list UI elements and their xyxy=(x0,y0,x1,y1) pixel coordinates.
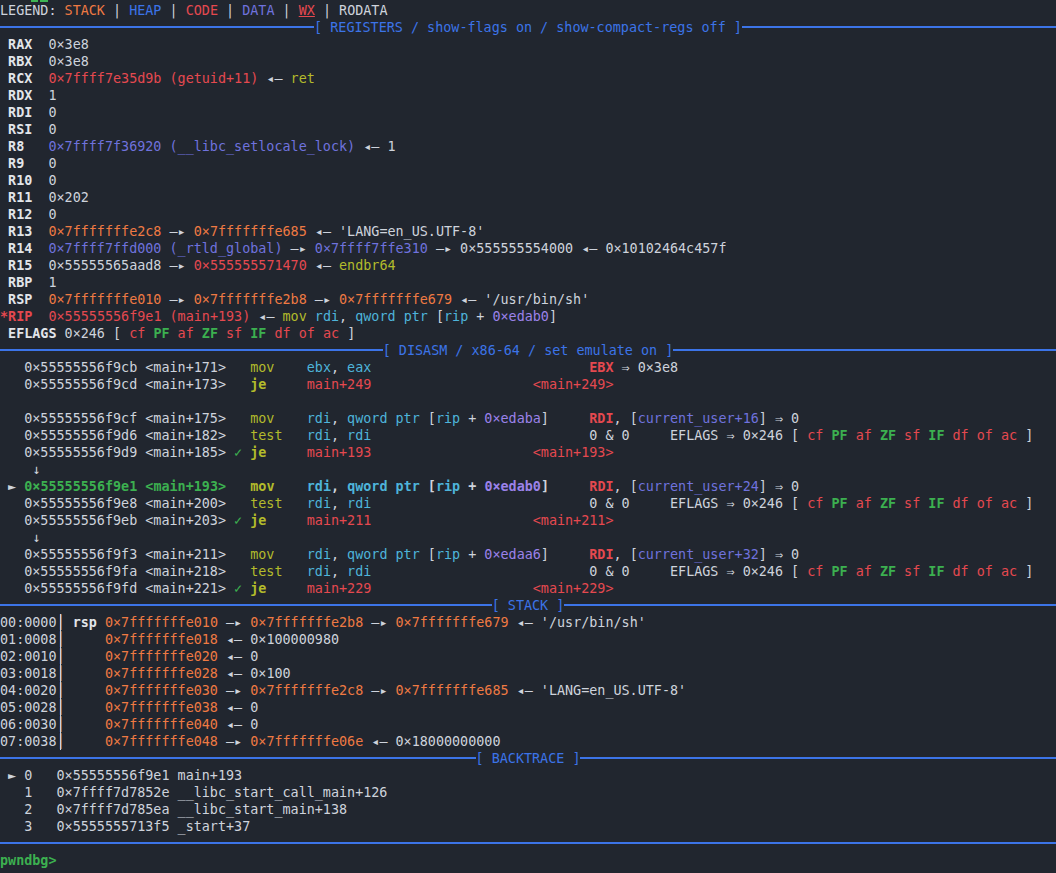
register-row-r10: R10 0 xyxy=(0,172,1056,189)
stack-row-07: 07:0038│ 0×7fffffffe048 —▸ 0×7fffffffe06… xyxy=(0,733,1056,750)
stack-offset-divider xyxy=(60,614,61,750)
register-row-rbp: RBP 1 xyxy=(0,274,1056,291)
registers-header-title: [ REGISTERS / show-flags on / show-compa… xyxy=(314,19,742,36)
taken-branch-check-icon: ✓ xyxy=(234,581,242,596)
taken-branch-check-icon: ✓ xyxy=(234,513,242,528)
backtrace-header-title: [ BACKTRACE ] xyxy=(476,750,581,767)
registers-header: [ REGISTERS / show-flags on / show-compa… xyxy=(0,19,1056,36)
disasm-header-title: [ DISASM / x86-64 / set emulate on ] xyxy=(383,342,674,359)
header-line xyxy=(580,750,1056,767)
current-frame-marker: ► xyxy=(8,768,16,783)
register-row-r11: R11 0×202 xyxy=(0,189,1056,206)
stack-header: [ STACK ] xyxy=(0,597,1056,614)
disasm-line-200: 0×55555556f9e8 <main+200> test rdi, rdi … xyxy=(0,495,1056,512)
backtrace-frame-3: 3 0×5555555713f5 _start+37 xyxy=(0,818,1056,835)
disasm-line-171: 0×55555556f9cb <main+171> mov ebx, eax E… xyxy=(0,359,1056,376)
header-line xyxy=(742,19,1056,36)
pwndbg-terminal: LEGEND: STACK | HEAP | CODE | DATA | WX … xyxy=(0,0,1056,873)
register-row-rsi: RSI 0 xyxy=(0,121,1056,138)
register-row-rax: RAX 0×3e8 xyxy=(0,36,1056,53)
disasm-line-221: 0×55555556f9fd <main+221> ✓ je main+229 … xyxy=(0,580,1056,597)
current-instruction-marker: ► xyxy=(8,479,16,494)
disasm-line-211: 0×55555556f9f3 <main+211> mov rdi, qword… xyxy=(0,546,1056,563)
rule-line xyxy=(0,835,1056,852)
register-row-r15: R15 0×55555565aad8 —▸ 0×555555571470 ◂— … xyxy=(0,257,1056,274)
down-arrow-icon: ↓ xyxy=(0,462,40,477)
backtrace-header: [ BACKTRACE ] xyxy=(0,750,1056,767)
register-row-rip: *RIP 0×55555556f9e1 (main+193) ◂— mov rd… xyxy=(0,308,1056,325)
disasm-line-173: 0×55555556f9cd <main+173> je main+249 <m… xyxy=(0,376,1056,393)
stack-row-02: 02:0010│ 0×7fffffffe020 ◂— 0 xyxy=(0,648,1056,665)
stack-row-01: 01:0008│ 0×7fffffffe018 ◂— 0×100000980 xyxy=(0,631,1056,648)
stack-row-06: 06:0030│ 0×7fffffffe040 ◂— 0 xyxy=(0,716,1056,733)
backtrace-frame-1: 1 0×7ffff7d7852e __libc_start_call_main+… xyxy=(0,784,1056,801)
disasm-line-203: 0×55555556f9eb <main+203> ✓ je main+211 … xyxy=(0,512,1056,529)
header-line xyxy=(0,342,383,359)
disasm-line-175: 0×55555556f9cf <main+175> mov rdi, qword… xyxy=(0,410,1056,427)
backtrace-frame-2: 2 0×7ffff7d785ea __libc_start_main+138 xyxy=(0,801,1056,818)
register-row-r13: R13 0×7fffffffe2c8 —▸ 0×7fffffffe685 ◂— … xyxy=(0,223,1056,240)
header-line xyxy=(0,597,492,614)
header-line xyxy=(0,19,314,36)
backtrace-frame-0: ► 0 0×55555556f9e1 main+193 xyxy=(0,767,1056,784)
blank-line xyxy=(0,393,1056,410)
header-line xyxy=(673,342,1056,359)
separator-line xyxy=(0,835,1056,852)
register-row-r12: R12 0 xyxy=(0,206,1056,223)
cutoff-text-fragment xyxy=(31,0,38,2)
register-row-r9: R9 0 xyxy=(0,155,1056,172)
disasm-line-185: 0×55555556f9d9 <main+185> ✓ je main+193 … xyxy=(0,444,1056,461)
disasm-line-193-current: ► 0×55555556f9e1 <main+193> mov rdi, qwo… xyxy=(0,478,1056,495)
down-arrow-icon: ↓ xyxy=(0,530,40,545)
disasm-header: [ DISASM / x86-64 / set emulate on ] xyxy=(0,342,1056,359)
fallthrough-arrow: ↓ xyxy=(0,461,1056,478)
register-row-rdx: RDX 1 xyxy=(0,87,1056,104)
prompt-line[interactable]: pwndbg> xyxy=(0,852,1056,869)
prompt-label: pwndbg> xyxy=(0,853,57,868)
register-row-rsp: RSP 0×7fffffffe010 —▸ 0×7fffffffe2b8 —▸ … xyxy=(0,291,1056,308)
register-row-r8: R8 0×7ffff7f36920 (__libc_setlocale_lock… xyxy=(0,138,1056,155)
fallthrough-arrow: ↓ xyxy=(0,529,1056,546)
header-line xyxy=(564,597,1056,614)
cutoff-text-fragment xyxy=(40,0,48,2)
stack-row-00: 00:0000│ rsp 0×7fffffffe010 —▸ 0×7ffffff… xyxy=(0,614,1056,631)
register-row-rcx: RCX 0×7ffff7e35d9b (getuid+11) ◂— ret xyxy=(0,70,1056,87)
register-row-r14: R14 0×7ffff7ffd000 (_rtld_global) —▸ 0×7… xyxy=(0,240,1056,257)
disasm-line-218: 0×55555556f9fa <main+218> test rdi, rdi … xyxy=(0,563,1056,580)
disasm-line-182: 0×55555556f9d6 <main+182> test rdi, rdi … xyxy=(0,427,1056,444)
legend-bar: LEGEND: STACK | HEAP | CODE | DATA | WX … xyxy=(0,2,1056,19)
stack-row-05: 05:0028│ 0×7fffffffe038 ◂— 0 xyxy=(0,699,1056,716)
register-row-rbx: RBX 0×3e8 xyxy=(0,53,1056,70)
stack-header-title: [ STACK ] xyxy=(492,597,565,614)
register-row-eflags: EFLAGS 0×246 [ cf PF af ZF sf IF df of a… xyxy=(0,325,1056,342)
header-line xyxy=(0,750,476,767)
stack-row-03: 03:0018│ 0×7fffffffe028 ◂— 0×100 xyxy=(0,665,1056,682)
register-row-rdi: RDI 0 xyxy=(0,104,1056,121)
taken-branch-check-icon: ✓ xyxy=(234,445,242,460)
stack-row-04: 04:0020│ 0×7fffffffe030 —▸ 0×7fffffffe2c… xyxy=(0,682,1056,699)
